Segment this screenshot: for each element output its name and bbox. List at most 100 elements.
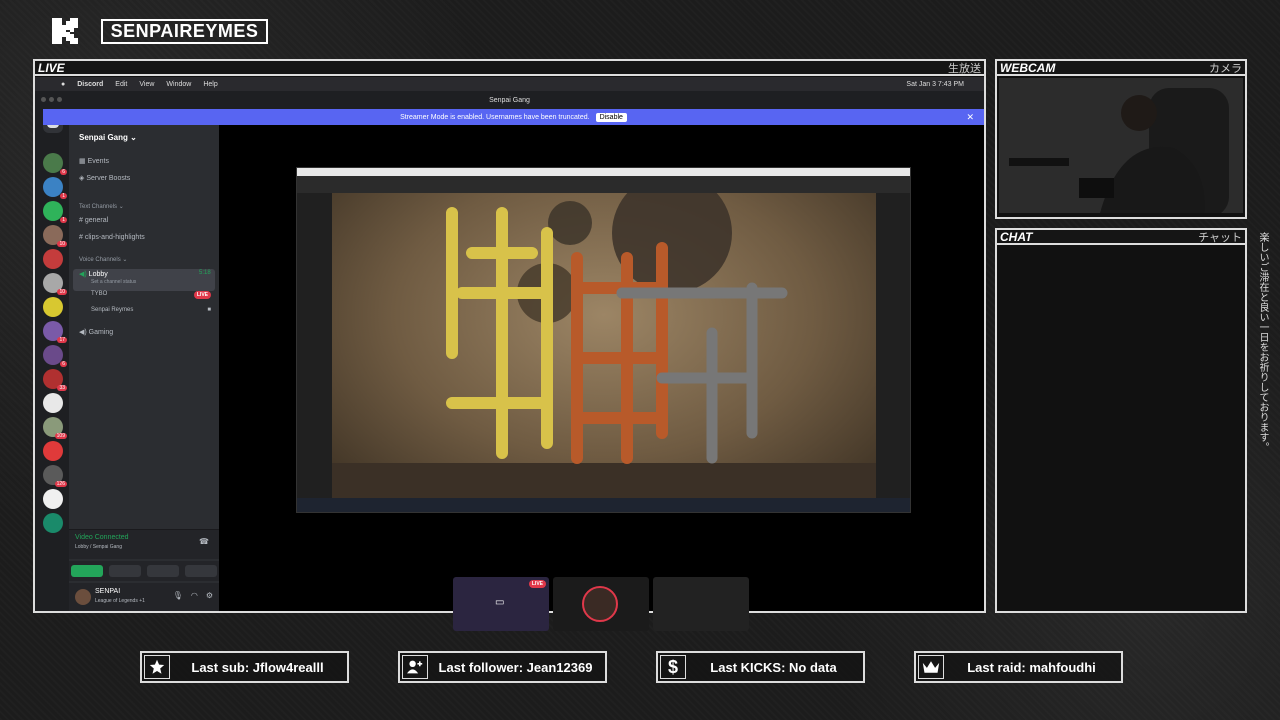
mention-badge: 1 — [60, 217, 67, 223]
voice-location[interactable]: Lobby / Senpai Gang — [75, 544, 122, 550]
server-icon[interactable]: 6 — [43, 345, 67, 367]
menu-clock: Sat Jan 3 7:43 PM — [906, 80, 964, 88]
server-icon[interactable]: 1 — [43, 177, 67, 199]
server-icon[interactable]: 126 — [43, 465, 67, 487]
activities-button[interactable] — [147, 565, 179, 577]
settings-gear-icon[interactable]: ⚙ — [206, 591, 213, 600]
server-name[interactable]: Senpai Gang ⌄ — [79, 133, 137, 142]
last-sub-box: Last sub: Jflow4realll — [140, 651, 349, 683]
server-boosts-link[interactable]: ◈ Server Boosts — [79, 174, 130, 182]
user-name: SENPAI — [95, 588, 121, 595]
server-icon[interactable] — [43, 393, 63, 413]
server-icon[interactable]: 17 — [43, 321, 67, 343]
chat-panel: CHAT チャット — [995, 228, 1247, 613]
server-icon[interactable]: 10 — [43, 273, 67, 295]
disable-streamer-button[interactable]: Disable — [595, 112, 627, 122]
last-kicks-box: $ Last KICKS: No data — [656, 651, 865, 683]
voice-user-tybo[interactable]: TYBO LIVE — [91, 291, 211, 299]
events-link[interactable]: ▦ Events — [79, 157, 109, 165]
last-kicks-label: Last KICKS: No data — [710, 659, 837, 675]
camera-icon: ■ — [207, 307, 211, 313]
headphones-icon[interactable]: ◠ — [191, 591, 198, 600]
mention-badge: 17 — [57, 337, 67, 343]
channel-name: SENPAIREYMES — [101, 19, 268, 44]
mention-badge: 1 — [60, 193, 67, 199]
chat-title: CHAT — [1000, 229, 1033, 244]
server-icon[interactable]: 1 — [43, 201, 67, 223]
voice-connection-panel: Video Connected Lobby / Senpai Gang ☎ — [69, 529, 219, 559]
last-raid-label: Last raid: mahfoudhi — [967, 659, 1096, 675]
minimize-window-icon[interactable] — [49, 97, 54, 102]
server-icon[interactable] — [43, 441, 63, 461]
last-raid-box: Last raid: mahfoudhi — [914, 651, 1123, 683]
thumb-live-badge: LIVE — [528, 580, 546, 588]
menu-edit[interactable]: Edit — [115, 81, 127, 88]
screen-share-view[interactable] — [296, 167, 911, 513]
last-follower-label: Last follower: Jean12369 — [438, 659, 593, 675]
voice-channels-category[interactable]: Voice Channels ⌄ — [79, 256, 127, 263]
mention-badge: 10 — [57, 241, 67, 247]
guild-list: 6 1 1 10 10 17 6 33 109 126 — [35, 109, 69, 611]
menu-discord[interactable]: Discord — [77, 81, 103, 88]
channel-clips[interactable]: # clips-and-highlights — [79, 234, 145, 241]
microphone-icon[interactable]: 🎙︎ — [173, 591, 183, 600]
blender-titlebar — [297, 168, 910, 176]
server-icon[interactable] — [43, 249, 63, 269]
server-icon[interactable] — [43, 489, 63, 509]
menu-help[interactable]: Help — [203, 81, 217, 88]
live-badge: LIVE — [193, 291, 211, 299]
mention-badge: 10 — [57, 289, 67, 295]
thumb-avatar[interactable] — [553, 577, 649, 631]
webcam-panel-header: WEBCAM カメラ — [997, 61, 1245, 76]
screen-share-button[interactable] — [109, 565, 141, 577]
thumb-stream[interactable]: LIVE ▭ — [453, 577, 549, 631]
chat-jp-label: チャット — [1198, 230, 1242, 244]
kick-logo-icon — [52, 18, 78, 44]
menu-window[interactable]: Window — [166, 81, 191, 88]
apple-icon[interactable]: ● — [61, 81, 65, 88]
video-connected-label: Video Connected — [75, 534, 129, 541]
webcam-feed — [999, 78, 1243, 213]
live-panel-header: LIVE 生放送 — [35, 61, 984, 76]
menu-view[interactable]: View — [139, 81, 154, 88]
window-controls — [41, 97, 62, 102]
dollar-icon: $ — [660, 655, 686, 679]
discord-window-title: Senpai Gang — [489, 96, 530, 104]
close-window-icon[interactable] — [41, 97, 46, 102]
webcam-panel: WEBCAM カメラ — [995, 59, 1247, 219]
server-icon[interactable]: 33 — [43, 369, 67, 391]
soundboard-button[interactable] — [185, 565, 217, 577]
disconnect-icon[interactable]: ☎ — [199, 537, 209, 546]
channel-general[interactable]: # general — [79, 217, 108, 224]
voice-channel-gaming[interactable]: ◀) Gaming — [79, 328, 113, 336]
thumb-webcam[interactable] — [653, 577, 749, 631]
discord-titlebar: Senpai Gang — [35, 91, 984, 109]
zoom-window-icon[interactable] — [57, 97, 62, 102]
server-icon[interactable]: 10 — [43, 225, 67, 247]
voice-user-senpai[interactable]: Senpai Reymes ■ — [91, 307, 211, 313]
voice-channel-lobby[interactable]: ◀) Lobby — [79, 270, 108, 278]
server-icon[interactable]: 6 — [43, 153, 67, 175]
star-icon — [144, 655, 170, 679]
avatar[interactable] — [75, 589, 91, 605]
last-sub-label: Last sub: Jflow4realll — [191, 659, 324, 675]
server-icon[interactable] — [43, 513, 63, 533]
server-icon[interactable] — [43, 297, 63, 317]
close-banner-icon[interactable]: ✕ — [966, 112, 974, 123]
crown-icon — [918, 655, 944, 679]
chat-panel-header: CHAT チャット — [997, 230, 1245, 245]
vertical-japanese-text: 楽しいご滞在と良い一日をお祈りしております。 — [1257, 232, 1268, 452]
render-toolbar — [297, 176, 910, 193]
server-icon[interactable]: 109 — [43, 417, 67, 439]
camera-toggle-button[interactable] — [71, 565, 103, 577]
live-panel: LIVE 生放送 ● Discord Edit View Window Help… — [33, 59, 986, 631]
mention-badge: 6 — [60, 361, 67, 367]
user-plus-icon — [402, 655, 428, 679]
channel-sidebar: Senpai Gang ⌄ ▦ Events ◈ Server Boosts T… — [69, 125, 219, 611]
voice-action-buttons — [69, 561, 219, 581]
channel-status[interactable]: Set a channel status — [91, 279, 136, 285]
mac-menu-bar: ● Discord Edit View Window Help Sat Jan … — [35, 77, 984, 91]
text-channels-category[interactable]: Text Channels ⌄ — [79, 203, 124, 210]
live-title: LIVE — [38, 60, 65, 75]
windows-taskbar — [297, 498, 910, 512]
